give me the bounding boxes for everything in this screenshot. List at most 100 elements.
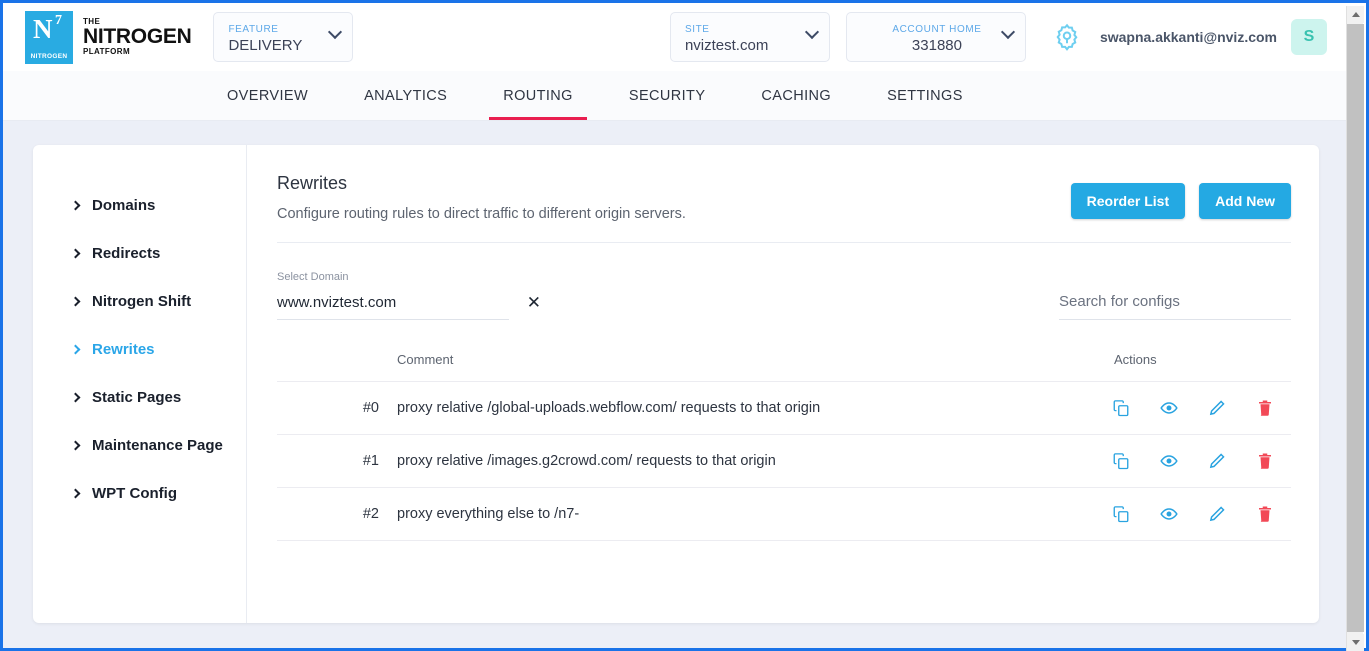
sidebar-item-label: Domains xyxy=(92,197,155,214)
site-dropdown[interactable]: SITE nviztest.com xyxy=(670,12,830,62)
avatar[interactable]: S xyxy=(1291,19,1327,55)
chevron-right-icon xyxy=(71,296,81,306)
table-header-row: Comment Actions xyxy=(277,352,1291,382)
table-row[interactable]: #1 proxy relative /images.g2crowd.com/ r… xyxy=(277,435,1291,488)
tab-overview-label: OVERVIEW xyxy=(227,88,308,104)
sidebar-item-label: Static Pages xyxy=(92,389,181,406)
feature-dropdown-label: FEATURE xyxy=(228,24,340,36)
main-nav-tabs: OVERVIEW ANALYTICS ROUTING SECURITY CACH… xyxy=(3,71,1349,121)
eye-icon[interactable] xyxy=(1160,452,1178,470)
row-actions-cell xyxy=(1106,382,1291,435)
page-viewport: N 7 NITROGEN THE NITROGEN PLATFORM FEATU… xyxy=(3,3,1349,648)
page-body: Domains Redirects Nitrogen Shift Rewrite… xyxy=(3,121,1349,648)
chevron-right-icon xyxy=(71,344,81,354)
tab-analytics-label: ANALYTICS xyxy=(364,88,447,104)
page-subtitle: Configure routing rules to direct traffi… xyxy=(277,206,686,222)
column-header-index xyxy=(277,352,397,382)
search-configs-field[interactable]: Search for configs xyxy=(1059,293,1291,320)
sidebar-item-redirects[interactable]: Redirects xyxy=(33,229,246,277)
panel-header: Rewrites Configure routing rules to dire… xyxy=(277,173,1291,222)
row-actions xyxy=(1106,399,1291,417)
sidebar-item-static-pages[interactable]: Static Pages xyxy=(33,373,246,421)
select-domain-value: www.nviztest.com xyxy=(277,294,509,311)
tab-security-label: SECURITY xyxy=(629,88,706,104)
eye-icon[interactable] xyxy=(1160,505,1178,523)
account-dropdown[interactable]: ACCOUNT HOME 331880 xyxy=(846,12,1026,62)
copy-icon[interactable] xyxy=(1112,399,1130,417)
table-row[interactable]: #2 proxy everything else to /n7- xyxy=(277,488,1291,541)
eye-icon[interactable] xyxy=(1160,399,1178,417)
tab-caching-label: CACHING xyxy=(761,88,831,104)
row-actions-cell xyxy=(1106,488,1291,541)
tab-routing-label: ROUTING xyxy=(503,88,573,104)
sidebar-item-label: Nitrogen Shift xyxy=(92,293,191,310)
gear-icon xyxy=(1052,22,1082,52)
pencil-icon[interactable] xyxy=(1208,399,1226,417)
trash-icon[interactable] xyxy=(1256,452,1274,470)
sidebar-item-label: Redirects xyxy=(92,245,160,262)
site-dropdown-label: SITE xyxy=(685,24,817,36)
chevron-down-icon xyxy=(1352,640,1360,645)
select-domain-label: Select Domain xyxy=(277,271,509,283)
logo-superscript: 7 xyxy=(55,14,62,28)
panel-title-group: Rewrites Configure routing rules to dire… xyxy=(277,173,686,222)
add-new-button[interactable]: Add New xyxy=(1199,183,1291,219)
sidebar-item-rewrites[interactable]: Rewrites xyxy=(33,325,246,373)
routing-sidebar: Domains Redirects Nitrogen Shift Rewrite… xyxy=(33,145,247,623)
sidebar-item-nitrogen-shift[interactable]: Nitrogen Shift xyxy=(33,277,246,325)
row-comment: proxy relative /images.g2crowd.com/ requ… xyxy=(397,435,1106,488)
tab-routing[interactable]: ROUTING xyxy=(475,71,601,120)
brand-line-platform: PLATFORM xyxy=(83,48,191,56)
settings-button[interactable] xyxy=(1050,20,1084,54)
pencil-icon[interactable] xyxy=(1208,452,1226,470)
site-dropdown-value: nviztest.com xyxy=(685,36,817,56)
tab-security[interactable]: SECURITY xyxy=(601,71,734,120)
close-icon[interactable]: ✕ xyxy=(527,294,541,311)
brand-wordmark: THE NITROGEN PLATFORM xyxy=(83,18,191,57)
sidebar-item-domains[interactable]: Domains xyxy=(33,181,246,229)
nitrogen-logo-mark: N 7 NITROGEN xyxy=(25,11,73,64)
chevron-right-icon xyxy=(71,392,81,402)
row-actions-cell xyxy=(1106,435,1291,488)
row-actions xyxy=(1106,505,1291,523)
panel-divider xyxy=(277,242,1291,243)
scroll-down-button[interactable] xyxy=(1347,634,1364,651)
logo-mark-word: NITROGEN xyxy=(25,53,73,60)
user-email-label: swapna.akkanti@nviz.com xyxy=(1100,29,1277,45)
page-title: Rewrites xyxy=(277,173,686,194)
sidebar-item-wpt-config[interactable]: WPT Config xyxy=(33,469,246,517)
brand-logo[interactable]: N 7 NITROGEN THE NITROGEN PLATFORM xyxy=(25,11,191,64)
tab-settings-label: SETTINGS xyxy=(887,88,963,104)
column-header-comment: Comment xyxy=(397,352,1106,382)
row-index: #2 xyxy=(277,488,397,541)
sidebar-item-maintenance-page[interactable]: Maintenance Page xyxy=(33,421,246,469)
rewrites-panel: Rewrites Configure routing rules to dire… xyxy=(247,145,1319,623)
header-right-group: SITE nviztest.com ACCOUNT HOME 331880 sw… xyxy=(670,12,1349,62)
tab-caching[interactable]: CACHING xyxy=(733,71,859,120)
tab-settings[interactable]: SETTINGS xyxy=(859,71,991,120)
search-input-placeholder: Search for configs xyxy=(1059,293,1291,310)
account-dropdown-label: ACCOUNT HOME xyxy=(861,24,1013,36)
table-row[interactable]: #0 proxy relative /global-uploads.webflo… xyxy=(277,382,1291,435)
scroll-up-button[interactable] xyxy=(1347,6,1364,23)
select-domain-field[interactable]: Select Domain www.nviztest.com ✕ xyxy=(277,271,509,320)
table-head: Comment Actions xyxy=(277,352,1291,382)
scrollbar-thumb[interactable] xyxy=(1347,24,1364,632)
tab-overview[interactable]: OVERVIEW xyxy=(199,71,336,120)
rewrites-table: Comment Actions #0 proxy relative /globa… xyxy=(277,352,1291,541)
pencil-icon[interactable] xyxy=(1208,505,1226,523)
copy-icon[interactable] xyxy=(1112,452,1130,470)
trash-icon[interactable] xyxy=(1256,399,1274,417)
app-header: N 7 NITROGEN THE NITROGEN PLATFORM FEATU… xyxy=(3,3,1349,71)
column-header-actions: Actions xyxy=(1106,352,1291,382)
trash-icon[interactable] xyxy=(1256,505,1274,523)
feature-dropdown-value: DELIVERY xyxy=(228,36,340,56)
sidebar-item-label: WPT Config xyxy=(92,485,177,502)
tab-analytics[interactable]: ANALYTICS xyxy=(336,71,475,120)
content-card: Domains Redirects Nitrogen Shift Rewrite… xyxy=(33,145,1319,623)
row-comment: proxy relative /global-uploads.webflow.c… xyxy=(397,382,1106,435)
feature-dropdown[interactable]: FEATURE DELIVERY xyxy=(213,12,353,62)
reorder-list-button[interactable]: Reorder List xyxy=(1071,183,1185,219)
browser-scrollbar[interactable] xyxy=(1346,6,1363,651)
copy-icon[interactable] xyxy=(1112,505,1130,523)
